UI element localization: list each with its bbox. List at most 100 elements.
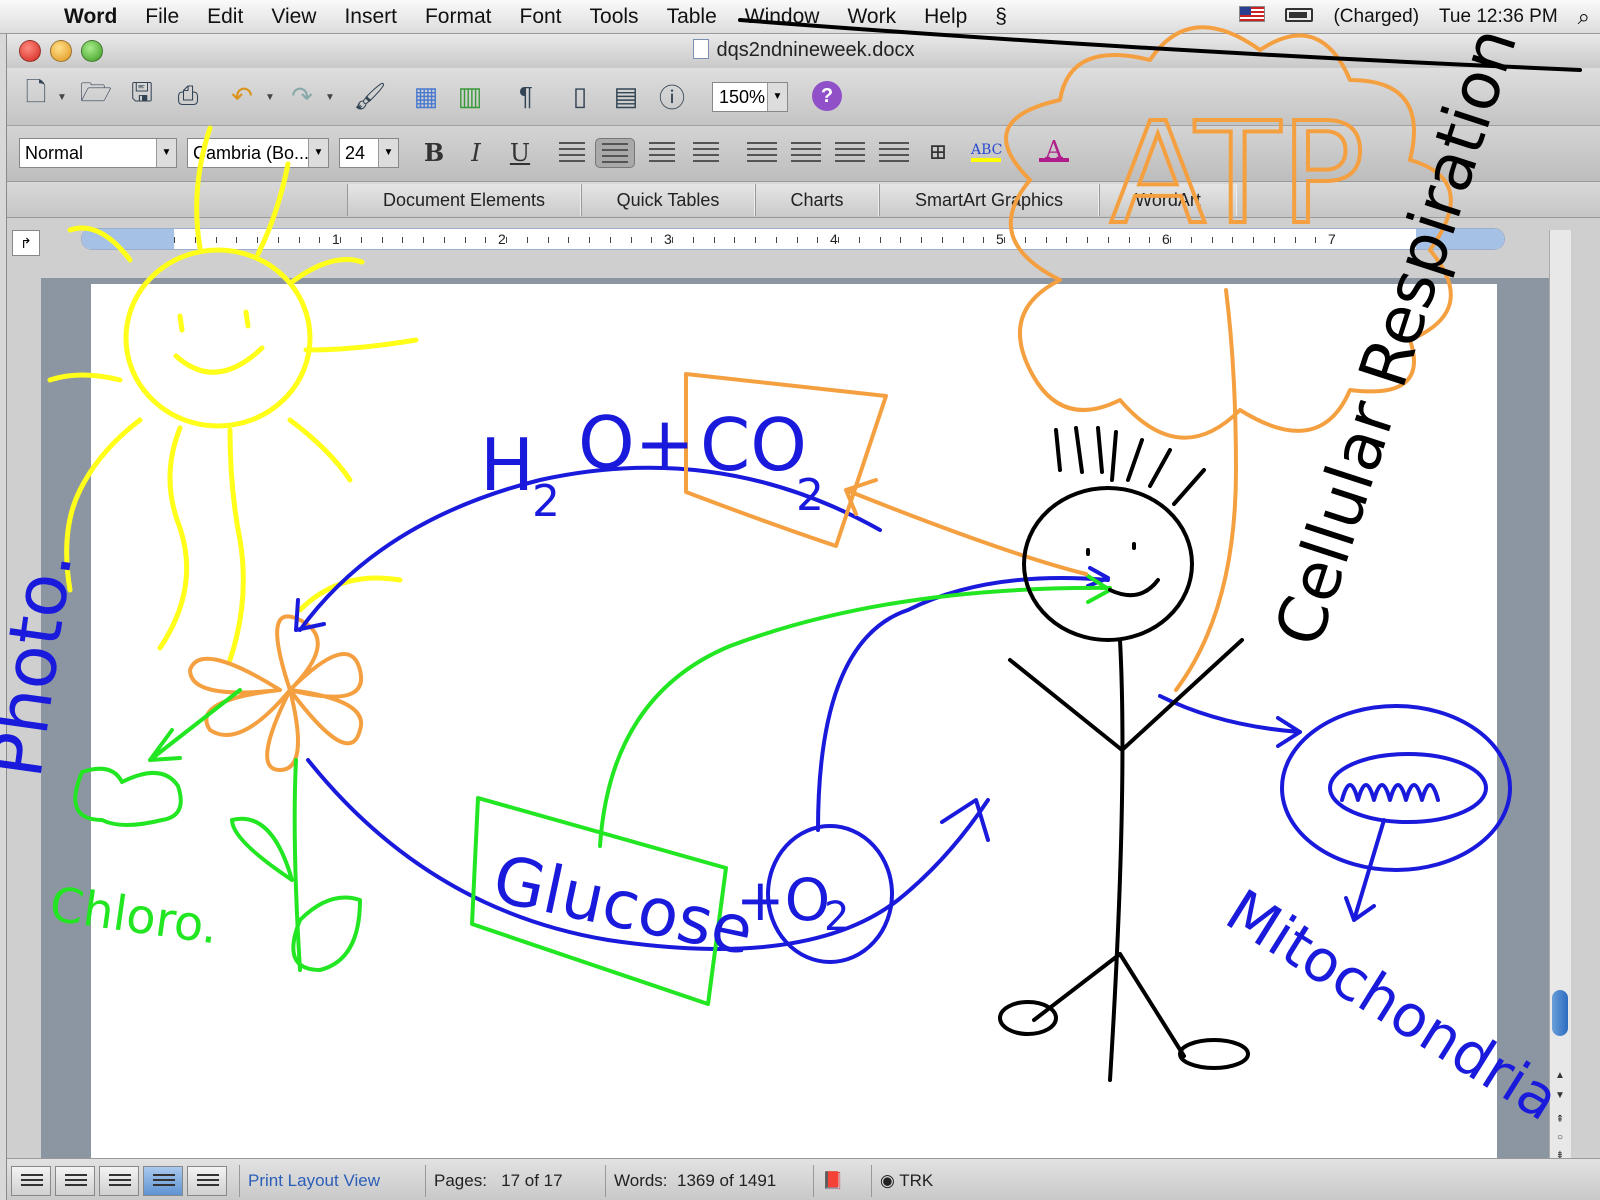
print-layout-button[interactable]	[143, 1166, 183, 1196]
track-changes-indicator[interactable]: ◉ TRK	[871, 1165, 951, 1197]
redo-icon[interactable]: ↷	[285, 79, 319, 113]
draft-view-button[interactable]	[11, 1166, 51, 1196]
ruler-tick	[402, 237, 404, 243]
zoom-dropdown-arrow-icon[interactable]: ▼	[767, 83, 787, 111]
ruler-tick	[1211, 237, 1213, 243]
scroll-up-arrow-icon[interactable]: ▲	[1550, 1066, 1570, 1086]
justify-icon[interactable]	[693, 142, 719, 164]
font-size-dropdown-arrow-icon[interactable]: ▼	[378, 139, 398, 167]
style-dropdown-arrow-icon[interactable]: ▼	[156, 139, 176, 167]
redo-dropdown-arrow-icon[interactable]: ▼	[325, 92, 335, 103]
ruler-tick	[1149, 237, 1151, 243]
numbered-list-icon[interactable]	[747, 142, 777, 164]
ruler-tick	[1190, 237, 1192, 243]
scroll-down-arrow-icon[interactable]: ▼	[1550, 1086, 1570, 1106]
increase-indent-icon[interactable]	[879, 142, 909, 164]
spelling-status-icon[interactable]: 📕	[813, 1165, 871, 1197]
menu-edit[interactable]: Edit	[193, 5, 257, 29]
status-bar: Print Layout View Pages: 17 of 17 Words:…	[7, 1158, 1600, 1200]
font-size-select[interactable]: 24 ▼	[339, 138, 399, 168]
new-document-icon[interactable]: 🗋	[19, 77, 53, 113]
menu-app-word[interactable]: Word	[50, 5, 131, 29]
menu-view[interactable]: View	[257, 5, 330, 29]
menu-format[interactable]: Format	[411, 5, 506, 29]
ruler-tick	[692, 237, 694, 243]
battery-status[interactable]: (Charged)	[1323, 6, 1429, 28]
borders-icon[interactable]: ⊞	[923, 138, 953, 168]
ruler-tick	[215, 237, 217, 243]
tab-stop-selector[interactable]: ↱	[12, 230, 40, 256]
formatting-toolbar: Normal ▼ Cambria (Bo... ▼ 24 ▼ B I U ⊞ A…	[7, 126, 1600, 182]
right-margin-region[interactable]	[1416, 229, 1504, 249]
ruler-tick	[1128, 237, 1130, 243]
vertical-scrollbar[interactable]: ▲ ▼ ⇞ ○ ⇟	[1549, 230, 1571, 1161]
document-page[interactable]	[91, 284, 1497, 1158]
notebook-layout-button[interactable]	[187, 1166, 227, 1196]
underline-button[interactable]: U	[505, 138, 535, 168]
left-margin-region[interactable]	[82, 229, 174, 249]
menu-insert[interactable]: Insert	[330, 5, 411, 29]
menu-file[interactable]: File	[131, 5, 193, 29]
font-select[interactable]: Cambria (Bo... ▼	[187, 138, 329, 168]
print-icon[interactable]: ⎙	[171, 79, 205, 113]
outline-view-button[interactable]	[55, 1166, 95, 1196]
new-dropdown-arrow-icon[interactable]: ▼	[57, 92, 67, 103]
align-left-icon[interactable]	[559, 142, 585, 164]
menu-tools[interactable]: Tools	[576, 5, 653, 29]
zoom-select[interactable]: 150% ▼	[712, 82, 788, 112]
bulleted-list-icon[interactable]	[791, 142, 821, 164]
ruler-tick	[464, 237, 466, 243]
previous-page-icon[interactable]: ⇞	[1550, 1110, 1570, 1130]
tab-document-elements[interactable]: Document Elements	[347, 184, 581, 216]
ruler-tick	[609, 237, 611, 243]
sidebar-icon[interactable]: ▯	[563, 79, 597, 113]
menu-window[interactable]: Window	[731, 5, 834, 29]
decrease-indent-icon[interactable]	[835, 142, 865, 164]
italic-button[interactable]: I	[461, 138, 491, 168]
format-painter-icon[interactable]: 🖌	[353, 79, 387, 113]
undo-dropdown-arrow-icon[interactable]: ▼	[265, 92, 275, 103]
page-count[interactable]: Pages: 17 of 17	[425, 1165, 605, 1197]
font-color-icon[interactable]: A	[1039, 138, 1069, 162]
font-dropdown-arrow-icon[interactable]: ▼	[308, 139, 328, 167]
ruler-tick	[796, 237, 798, 243]
tab-wordart[interactable]: WordArt	[1099, 184, 1237, 216]
browse-object-icon[interactable]: ○	[1550, 1128, 1570, 1148]
scroll-thumb[interactable]	[1552, 990, 1568, 1036]
save-icon[interactable]: 🖫	[125, 77, 159, 113]
ruler-tick	[962, 237, 964, 243]
columns-icon[interactable]: ▥	[453, 79, 487, 113]
menu-table[interactable]: Table	[653, 5, 731, 29]
insert-table-icon[interactable]: ▦	[409, 79, 443, 113]
us-flag-icon[interactable]	[1229, 6, 1275, 28]
script-menu-icon[interactable]: §	[981, 5, 1021, 29]
tab-quick-tables[interactable]: Quick Tables	[581, 184, 755, 216]
undo-icon[interactable]: ↶	[225, 79, 259, 113]
publishing-layout-button[interactable]	[99, 1166, 139, 1196]
spotlight-search-icon[interactable]: ⌕	[1568, 4, 1600, 30]
toolbox-icon[interactable]: ⓘ	[655, 79, 689, 113]
align-center-button[interactable]	[595, 138, 635, 168]
help-button[interactable]: ?	[812, 81, 842, 111]
menubar-clock[interactable]: Tue 12:36 PM	[1429, 6, 1568, 28]
highlight-icon[interactable]: ABC	[971, 138, 1002, 162]
show-formatting-icon[interactable]: ¶	[509, 79, 543, 113]
menu-font[interactable]: Font	[506, 5, 576, 29]
view-mode-label: Print Layout View	[239, 1165, 425, 1197]
word-count[interactable]: Words: 1369 of 1491	[605, 1165, 813, 1197]
menu-help[interactable]: Help	[910, 5, 981, 29]
ruler-tick	[1066, 237, 1068, 243]
horizontal-ruler[interactable]: 1 2 3 4 5 6 7	[81, 228, 1505, 250]
bold-button[interactable]: B	[419, 138, 449, 168]
menu-work[interactable]: Work	[833, 5, 910, 29]
ruler-tick	[174, 237, 175, 243]
media-browser-icon[interactable]: ▤	[609, 79, 643, 113]
align-right-icon[interactable]	[649, 142, 675, 164]
ruler-tick	[1315, 237, 1317, 243]
style-select[interactable]: Normal ▼	[19, 138, 177, 168]
ruler-tick	[983, 237, 985, 243]
open-folder-icon[interactable]: 🗁	[79, 77, 113, 113]
battery-icon[interactable]	[1275, 6, 1323, 28]
tab-smartart-graphics[interactable]: SmartArt Graphics	[879, 184, 1099, 216]
tab-charts[interactable]: Charts	[755, 184, 879, 216]
